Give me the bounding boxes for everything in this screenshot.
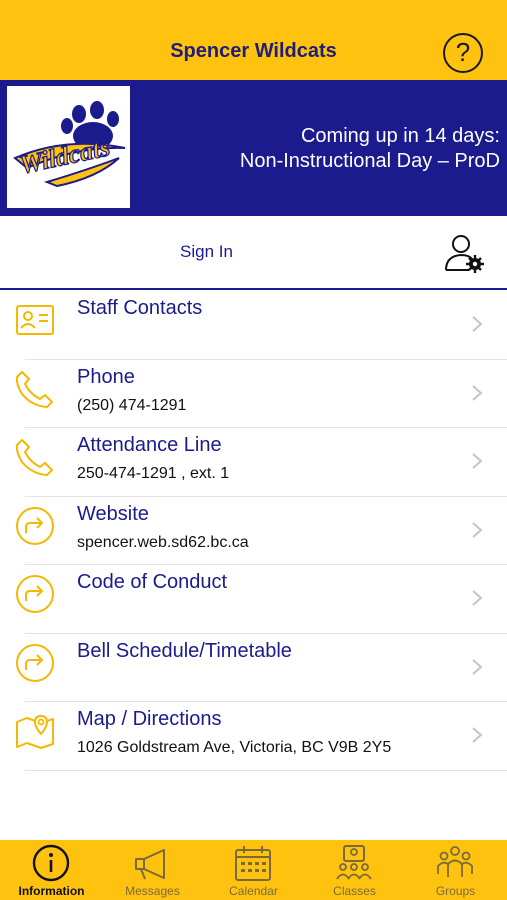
info-list: Staff Contacts Phone (250) 474-1291 Atte…	[0, 291, 507, 771]
list-item-staff-contacts[interactable]: Staff Contacts	[0, 291, 507, 360]
signin-bar: Sign In	[0, 216, 507, 290]
event-banner[interactable]: Wildcats Coming up in 14 days: Non-Instr…	[0, 80, 507, 216]
tab-label: Calendar	[229, 884, 278, 898]
school-logo: Wildcats	[7, 86, 130, 208]
item-detail: 1026 Goldstream Ave, Victoria, BC V9B 2Y…	[77, 739, 392, 756]
item-detail: 250-474-1291 , ext. 1	[77, 465, 230, 482]
classes-icon	[336, 845, 372, 880]
tab-calendar[interactable]: Calendar	[203, 840, 304, 900]
item-label: Staff Contacts	[77, 297, 203, 319]
chevron-right-icon	[472, 316, 483, 332]
upcoming-event-countdown: Coming up in 14 days:	[300, 125, 500, 147]
item-label: Map / Directions	[77, 708, 222, 730]
tab-label: Information	[18, 884, 85, 898]
list-item-map-directions[interactable]: Map / Directions 1026 Goldstream Ave, Vi…	[0, 702, 507, 771]
list-item-bell-schedule[interactable]: Bell Schedule/Timetable	[0, 634, 507, 703]
tab-label: Classes	[333, 884, 376, 898]
item-detail: spencer.web.sd62.bc.ca	[77, 533, 249, 551]
item-label: Code of Conduct	[77, 571, 228, 593]
upcoming-event-title: Non-Instructional Day – ProD	[239, 150, 500, 172]
chevron-right-icon	[472, 590, 483, 606]
upcoming-event: Coming up in 14 days: Non-Instructional …	[240, 124, 500, 174]
contact-card-icon	[16, 305, 54, 335]
item-label: Bell Schedule/Timetable	[77, 639, 292, 662]
share-arrow-icon	[16, 643, 54, 682]
app-header: Spencer Wildcats ?	[0, 0, 507, 80]
list-item-phone[interactable]: Phone (250) 474-1291	[0, 360, 507, 429]
info-circle-icon	[32, 844, 70, 882]
chevron-right-icon	[472, 658, 483, 675]
chevron-right-icon	[472, 453, 483, 469]
map-pin-icon	[16, 714, 54, 749]
chevron-right-icon	[472, 521, 483, 538]
chevron-right-icon	[472, 384, 483, 401]
tab-information[interactable]: Information	[1, 840, 102, 900]
list-item-code-of-conduct[interactable]: Code of Conduct	[0, 565, 507, 634]
megaphone-icon	[135, 849, 165, 880]
tab-classes[interactable]: Classes	[304, 840, 405, 900]
bottom-tab-bar: Information Messages Calendar Classes Gr…	[0, 840, 507, 900]
page-title: Spencer Wildcats	[170, 40, 337, 62]
chevron-right-icon	[472, 727, 483, 743]
item-label: Attendance Line	[77, 434, 222, 456]
item-label: Website	[77, 502, 149, 525]
wildcats-logo-icon: Wildcats	[13, 101, 126, 188]
sign-in-link[interactable]: Sign In	[180, 242, 233, 262]
tab-label: Messages	[125, 884, 180, 898]
share-arrow-icon	[16, 575, 54, 613]
phone-icon	[15, 370, 53, 408]
item-label: Phone	[77, 365, 135, 388]
groups-icon	[437, 846, 473, 877]
share-arrow-icon	[16, 506, 54, 545]
user-settings-icon[interactable]	[443, 232, 485, 274]
list-item-attendance-line[interactable]: Attendance Line 250-474-1291 , ext. 1	[0, 428, 507, 497]
help-circle-icon: ?	[455, 37, 471, 67]
calendar-icon	[235, 846, 271, 881]
list-item-website[interactable]: Website spencer.web.sd62.bc.ca	[0, 497, 507, 566]
tab-groups[interactable]: Groups	[405, 840, 506, 900]
tab-messages[interactable]: Messages	[102, 840, 203, 900]
tab-label: Groups	[435, 884, 476, 898]
help-button[interactable]: ?	[443, 33, 483, 73]
phone-icon	[15, 439, 53, 476]
item-detail: (250) 474-1291	[77, 396, 187, 414]
